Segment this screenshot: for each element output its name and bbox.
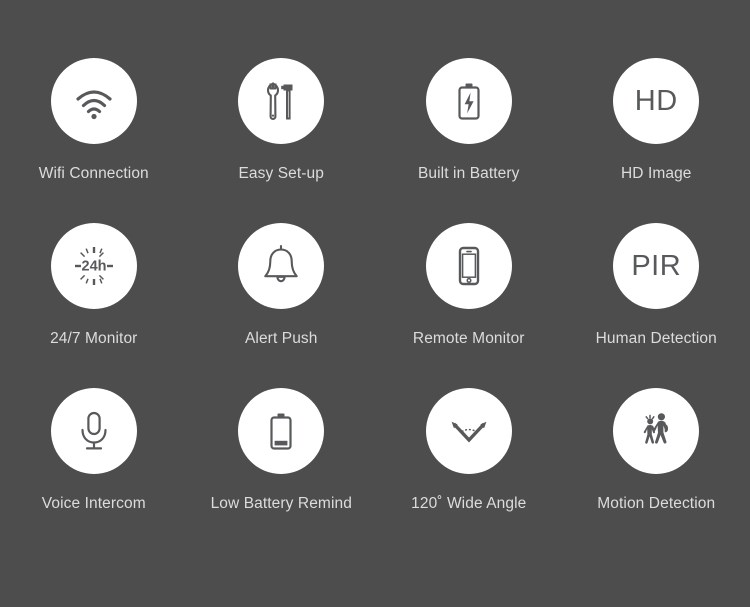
walking-people-icon (613, 388, 700, 474)
feature-label: 120˚ Wide Angle (411, 495, 527, 512)
wifi-icon (50, 58, 137, 144)
hd-label: HD (634, 84, 678, 117)
hd-text-icon: HD (613, 58, 700, 144)
pir-label: PIR (631, 249, 682, 282)
feature-item-built-in-battery: Built in Battery (375, 58, 563, 223)
feature-label: Built in Battery (417, 165, 520, 182)
svg-text:24h: 24h (81, 259, 106, 275)
feature-label: Easy Set-up (238, 165, 325, 182)
feature-label: Voice Intercom (41, 495, 146, 512)
feature-item-voice-intercom: Voice Intercom (0, 388, 188, 553)
feature-item-motion-detection: Motion Detection (563, 388, 750, 553)
twenty-four-hour-icon: 24h (50, 223, 137, 309)
feature-grid: Wifi Connection Easy Set-up Built in Bat (0, 0, 750, 607)
bell-icon (238, 223, 325, 309)
feature-item-remote-monitor: Remote Monitor (375, 223, 563, 388)
feature-item-easy-set-up: Easy Set-up (188, 58, 376, 223)
feature-label: Alert Push (244, 330, 318, 347)
battery-low-icon (238, 388, 325, 474)
microphone-icon (50, 388, 137, 474)
feature-label: Low Battery Remind (210, 495, 352, 512)
feature-item-wifi-connection: Wifi Connection (0, 58, 188, 223)
wide-angle-icon (425, 388, 512, 474)
wrench-hammer-icon (238, 58, 325, 144)
feature-item-alert-push: Alert Push (188, 223, 376, 388)
feature-label: 24/7 Monitor (50, 330, 138, 347)
feature-label: HD Image (620, 165, 692, 182)
feature-label: Human Detection (595, 330, 717, 347)
pir-text-icon: PIR (613, 223, 700, 309)
feature-label: Remote Monitor (412, 330, 525, 347)
feature-label: Motion Detection (597, 495, 716, 512)
feature-item-human-detection: PIR Human Detection (563, 223, 750, 388)
feature-item-low-battery-remind: Low Battery Remind (188, 388, 376, 553)
feature-item-wide-angle: 120˚ Wide Angle (375, 388, 563, 553)
feature-label: Wifi Connection (38, 165, 149, 182)
battery-charging-icon (425, 58, 512, 144)
smartphone-icon (425, 223, 512, 309)
feature-item-24-7-monitor: 24h 24/7 Monitor (0, 223, 188, 388)
feature-item-hd-image: HD HD Image (563, 58, 750, 223)
